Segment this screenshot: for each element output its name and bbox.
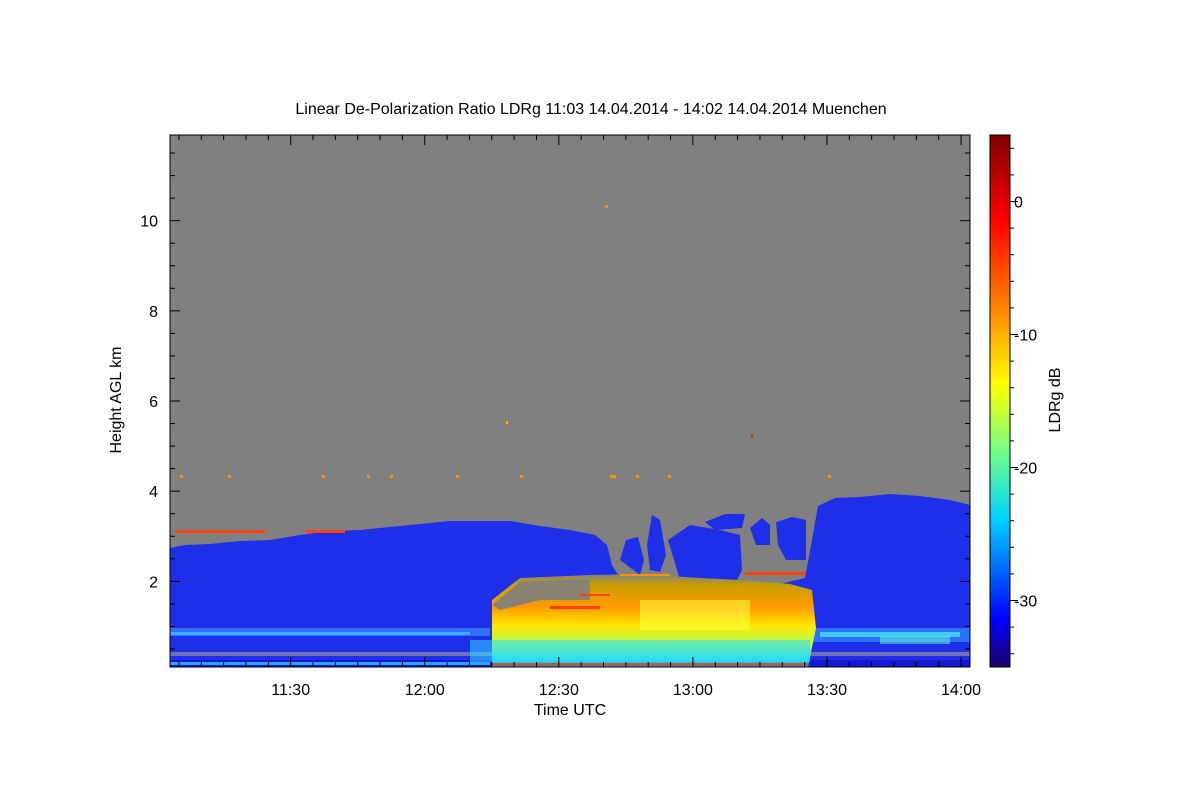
x-tick-label: 12:00 — [405, 682, 445, 699]
colorbar-tick-label: -20 — [1014, 461, 1037, 478]
aerosol-streak — [170, 632, 470, 635]
x-tick-label: 13:00 — [673, 682, 713, 699]
colorbar — [989, 134, 1011, 668]
x-axis-label: Time UTC — [534, 702, 606, 719]
y-tick-label: 10 — [140, 214, 158, 231]
x-tick-label: 13:30 — [807, 682, 847, 699]
x-tick-label: 14:00 — [941, 682, 981, 699]
ldr-figure: Linear De-Polarization Ratio LDRg 11:03 … — [108, 101, 1064, 719]
colorbar-tick-label: -30 — [1014, 594, 1037, 611]
colorbar-label: LDRg dB — [1047, 368, 1064, 433]
mixed-layer-base — [470, 640, 810, 662]
colorbar-axis: 0 -10 -20 -30 — [1010, 147, 1037, 655]
colorbar-tick-label: 0 — [1014, 195, 1023, 212]
y-tick-label: 2 — [149, 574, 158, 591]
y-axis-label: Height AGL km — [108, 346, 125, 453]
y-tick-label: 6 — [149, 394, 158, 411]
mixed-layer-bright — [640, 600, 750, 630]
x-tick-label: 12:30 — [539, 682, 579, 699]
y-tick-label: 8 — [149, 304, 158, 321]
x-tick-label: 11:30 — [271, 682, 310, 699]
y-tick-label: 4 — [149, 484, 158, 501]
aerosol-streak — [880, 636, 950, 644]
chart-title: Linear De-Polarization Ratio LDRg 11:03 … — [295, 101, 886, 118]
ground-band — [170, 662, 490, 665]
plot-area — [170, 135, 970, 667]
colorbar-tick-label: -10 — [1014, 328, 1037, 345]
